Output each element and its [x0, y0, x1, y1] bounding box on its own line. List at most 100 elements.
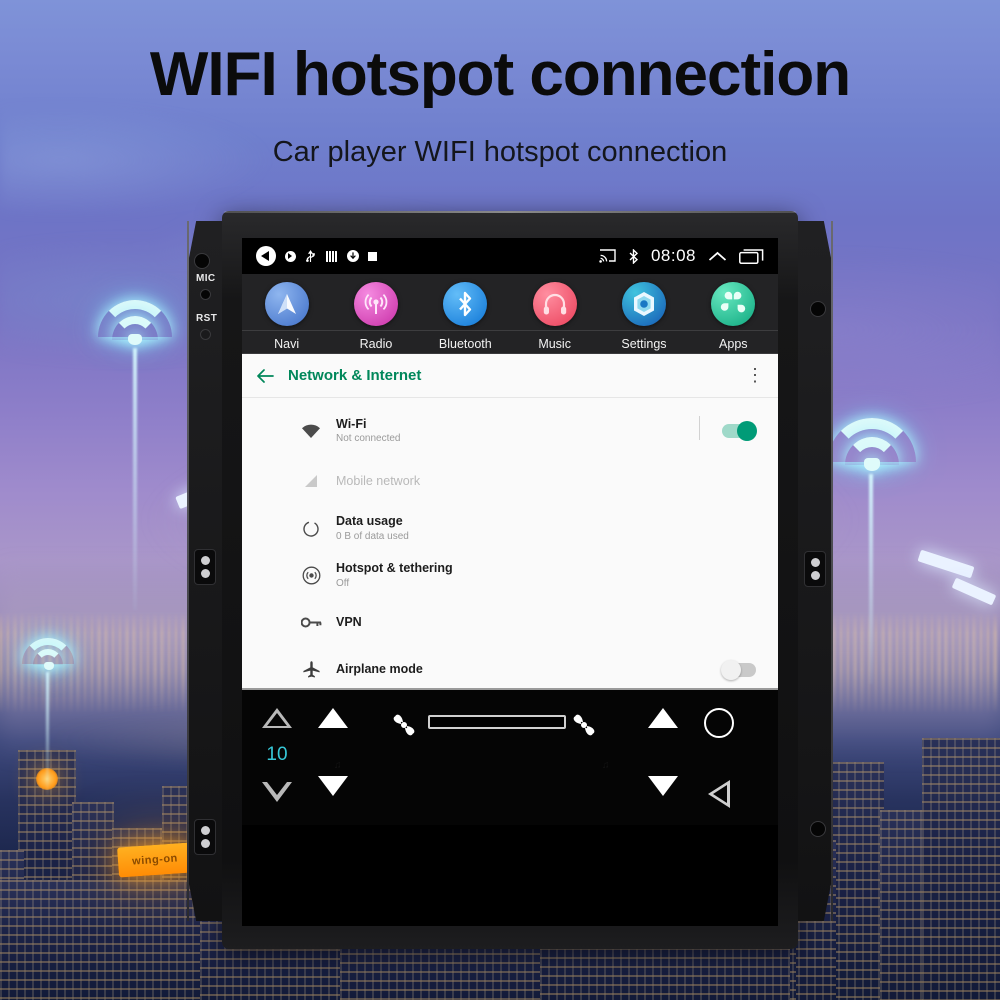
temp-right-stepper[interactable] [648, 708, 678, 796]
left-mount-bracket [194, 549, 216, 585]
equalizer-icon [325, 250, 338, 262]
wifi-glow-icon [98, 300, 172, 610]
app-dock: Navi Radio Bluetooth Music Settings Apps [242, 274, 778, 354]
settings-row-title: VPN [336, 615, 362, 630]
settings-row-text: Data usage 0 B of data used [336, 513, 409, 544]
temp-right-down-icon[interactable] [648, 776, 678, 796]
dock-item-music[interactable] [510, 282, 599, 326]
fan-down-icon[interactable] [318, 776, 348, 796]
bluetooth-icon [443, 282, 488, 326]
navigation-icon [264, 282, 309, 326]
left-mount-bracket [194, 819, 216, 855]
settings-row-subtitle: 0 B of data used [336, 530, 409, 542]
page-title-network: Network & Internet [288, 367, 422, 384]
bezel-screw-hole [194, 253, 210, 269]
page-title: WIFI hotspot connection [149, 40, 851, 109]
right-mount-bracket [804, 551, 826, 587]
airplane-mode-toggle[interactable] [721, 659, 756, 680]
screenshot-root: wing-on WIFI hotspot connection Car play… [0, 0, 1000, 1000]
wifi-icon [298, 424, 324, 439]
left-bezel-edge [187, 221, 189, 921]
key-icon [298, 616, 324, 629]
wifi-glow-icon [828, 418, 916, 684]
wifi-glow-icon [22, 638, 74, 796]
settings-row-title: Data usage [336, 514, 403, 529]
settings-row-data-usage[interactable]: Data usage 0 B of data used [242, 505, 778, 552]
gear-hex-icon [621, 282, 666, 326]
reset-button[interactable] [200, 329, 211, 340]
radio-tower-icon [353, 282, 398, 326]
fan-left-stepper[interactable] [318, 708, 348, 796]
settings-list: Wi-Fi Not connected Mobile network Data … [242, 398, 778, 693]
ghost-label: ♫ [602, 760, 610, 771]
bezel-screw-hole [810, 821, 826, 837]
chevron-up-icon[interactable] [708, 250, 727, 263]
rst-label: RST [196, 313, 218, 324]
temp-left-value: 10 [266, 744, 288, 765]
neon-sign: wing-on [117, 842, 193, 878]
fan-up-icon[interactable] [318, 708, 348, 728]
right-bezel-edge [831, 221, 833, 921]
bluetooth-icon [629, 248, 638, 264]
settings-row-title: Wi-Fi [336, 416, 367, 431]
back-triangle-icon[interactable] [708, 780, 730, 808]
status-right-cluster: 08:08 [599, 246, 764, 266]
settings-row-vpn[interactable]: VPN [242, 599, 778, 646]
status-bar: 08:08 [242, 238, 778, 274]
fan-icon-right[interactable] [570, 712, 598, 743]
fan-icon-left[interactable] [390, 712, 418, 743]
settings-row-wifi[interactable]: Wi-Fi Not connected [242, 404, 778, 458]
status-left-icons [256, 246, 377, 266]
settings-row-text: VPN [336, 614, 362, 631]
mic-label: MIC [196, 273, 216, 284]
settings-page: Network & Internet ⋮ Wi-Fi Not connected [242, 354, 778, 825]
temp-left-stepper[interactable]: 10 [262, 708, 292, 802]
status-clock: 08:08 [650, 246, 696, 265]
headphones-icon [532, 282, 577, 326]
temp-right-up-icon[interactable] [648, 708, 678, 728]
nav-buttons[interactable] [704, 708, 734, 808]
dock-item-settings[interactable] [599, 282, 688, 326]
more-vertical-icon[interactable]: ⋮ [746, 366, 764, 384]
settings-row-text: Wi-Fi Not connected [336, 416, 401, 447]
fan-speed-slider[interactable] [428, 715, 566, 729]
settings-row-text: Hotspot & tethering Off [336, 560, 453, 591]
ghost-label: ♫ [334, 760, 342, 771]
dock-item-bluetooth[interactable] [421, 282, 510, 326]
bezel-screw-hole [810, 301, 826, 317]
page-subtitle: Car player WIFI hotspot connection [272, 136, 728, 168]
stop-icon [368, 251, 377, 261]
settings-row-text: Mobile network [336, 473, 420, 490]
settings-row-hotspot[interactable]: Hotspot & tethering Off [242, 552, 778, 599]
wifi-toggle[interactable] [722, 421, 757, 441]
settings-row-title: Mobile network [336, 474, 421, 489]
back-arrow-icon[interactable] [256, 368, 274, 384]
hotspot-icon [298, 566, 324, 585]
home-circle-icon[interactable] [704, 708, 734, 738]
device-screen: 08:08 Navi Radio Bluetooth Music Setting… [242, 238, 778, 926]
settings-row-airplane-mode[interactable]: Airplane mode [242, 646, 778, 693]
car-head-unit-device: MIC RST 08:08 Navi Radio Bluetooth Music… [187, 211, 833, 949]
apps-grid-icon [711, 282, 756, 326]
dock-item-radio[interactable] [331, 282, 420, 326]
settings-row-subtitle: Off [336, 577, 350, 589]
dock-item-apps[interactable] [689, 282, 778, 326]
cast-icon [599, 249, 616, 263]
recents-icon[interactable] [739, 248, 764, 264]
settings-row-title: Hotspot & tethering [336, 561, 453, 576]
settings-appbar: Network & Internet ⋮ [242, 354, 778, 398]
usb-icon [306, 249, 315, 262]
app-dock-icons [242, 282, 778, 326]
download-icon [347, 250, 359, 262]
row-divider [699, 416, 700, 440]
temp-up-outline-icon[interactable] [262, 708, 292, 728]
app-dock-labels: Navi Radio Bluetooth Music Settings Apps [242, 330, 778, 353]
settings-row-title: Airplane mode [336, 662, 423, 677]
location-icon [285, 250, 296, 262]
mic-hole [200, 289, 211, 300]
temp-down-outline-icon[interactable] [262, 782, 292, 802]
settings-row-subtitle: Not connected [336, 433, 401, 445]
dock-item-navi[interactable] [242, 282, 331, 326]
volume-mute-icon[interactable] [256, 246, 276, 266]
settings-row-mobile-network[interactable]: Mobile network [242, 458, 778, 505]
